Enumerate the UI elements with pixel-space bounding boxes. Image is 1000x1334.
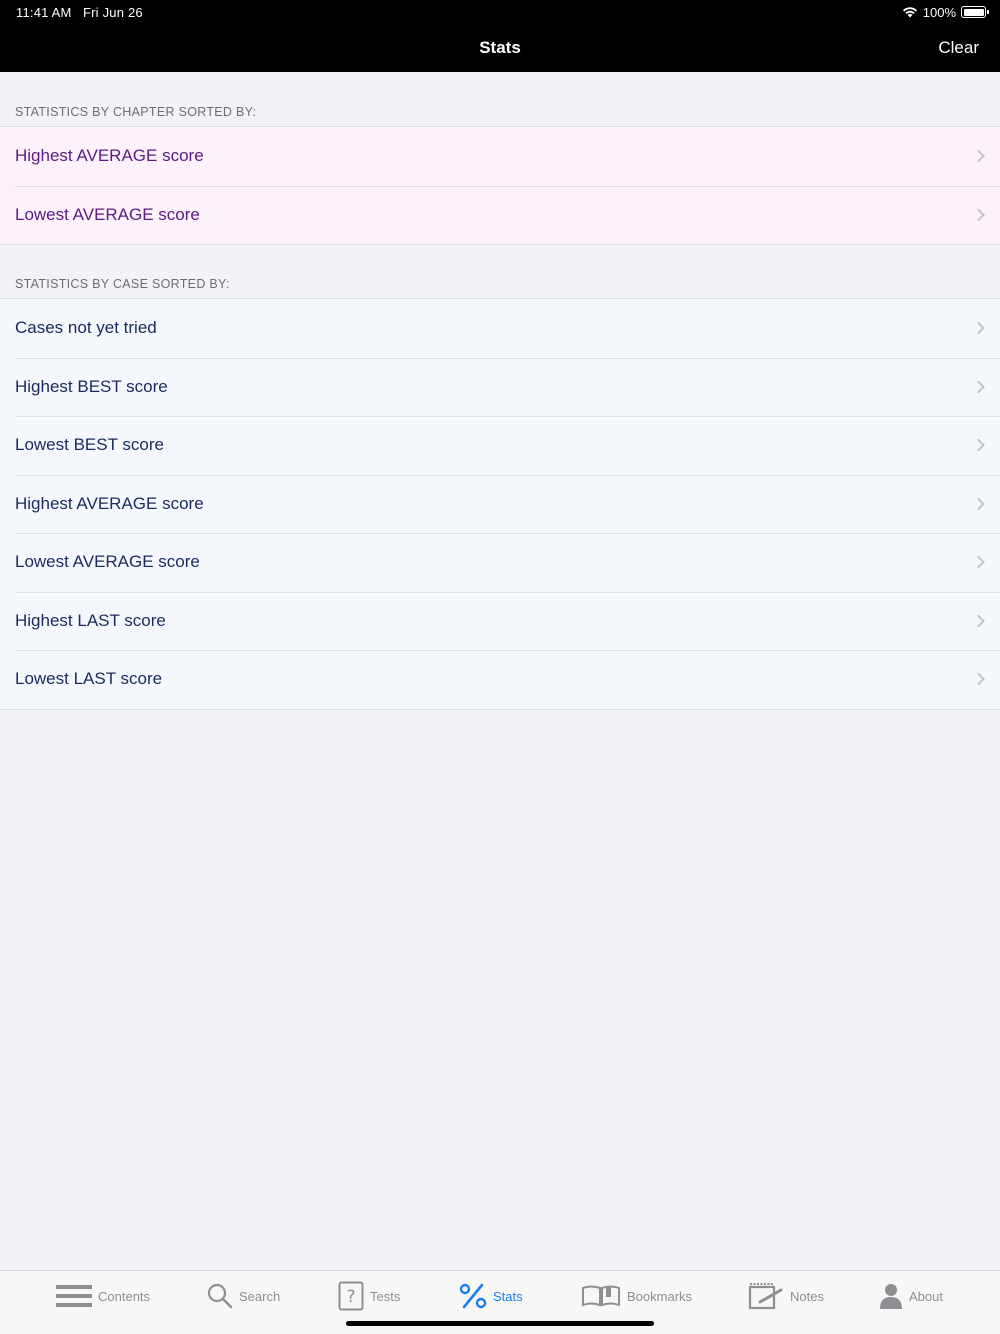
chevron-right-icon [972, 321, 985, 335]
tab-label: Contents [98, 1288, 151, 1304]
row-label: Lowest LAST score [15, 669, 163, 689]
tab-label: Notes [790, 1288, 824, 1304]
chevron-right-icon [972, 208, 985, 222]
tab-bar: Contents Search ? Tests Stats Bookmarks [0, 1270, 1000, 1334]
status-date: Fri Jun 26 [83, 5, 143, 20]
battery-percent: 100% [922, 4, 956, 20]
book-icon [582, 1285, 620, 1307]
chevron-right-icon [972, 380, 985, 394]
clear-button[interactable]: Clear [938, 38, 979, 58]
chevron-right-icon [972, 497, 985, 511]
chevron-right-icon [972, 672, 985, 686]
battery-icon [961, 6, 989, 18]
tab-stats[interactable]: Stats [459, 1281, 523, 1311]
tab-notes[interactable]: Notes [748, 1281, 824, 1311]
list-icon [56, 1285, 92, 1307]
row-label: Highest BEST score [15, 376, 168, 396]
tab-about[interactable]: About [879, 1281, 943, 1311]
search-icon [207, 1283, 233, 1309]
tab-contents[interactable]: Contents [56, 1281, 150, 1311]
case-highest-average-row[interactable]: Highest AVERAGE score [0, 474, 1000, 533]
chevron-right-icon [972, 614, 985, 628]
case-lowest-average-row[interactable]: Lowest AVERAGE score [0, 533, 1000, 592]
tab-search[interactable]: Search [207, 1281, 280, 1311]
chevron-right-icon [972, 555, 985, 569]
tab-tests[interactable]: ? Tests [338, 1281, 400, 1311]
status-time: 11:41 AM [16, 5, 72, 20]
case-highest-last-row[interactable]: Highest LAST score [0, 591, 1000, 650]
chapter-section-header: STATISTICS BY CHAPTER SORTED BY: [15, 105, 257, 119]
row-label: Lowest BEST score [15, 435, 164, 455]
chevron-right-icon [972, 149, 985, 163]
case-section-header: STATISTICS BY CASE SORTED BY: [15, 277, 230, 291]
row-label: Highest LAST score [15, 610, 166, 630]
row-label: Lowest AVERAGE score [15, 204, 200, 224]
row-label: Highest AVERAGE score [15, 146, 204, 166]
case-lowest-best-row[interactable]: Lowest BEST score [0, 416, 1000, 475]
tab-label: Stats [493, 1288, 523, 1304]
tab-label: About [909, 1288, 943, 1304]
status-bar-time: 11:41 AM Fri Jun 26 [16, 5, 143, 20]
chapter-stats-list: Highest AVERAGE score Lowest AVERAGE sco… [0, 126, 1000, 245]
case-not-yet-tried-row[interactable]: Cases not yet tried [0, 299, 1000, 358]
chapter-highest-average-row[interactable]: Highest AVERAGE score [0, 127, 1000, 186]
row-label: Lowest AVERAGE score [15, 552, 200, 572]
chevron-right-icon [972, 438, 985, 452]
case-highest-best-row[interactable]: Highest BEST score [0, 357, 1000, 416]
status-bar-right: 100% [902, 4, 989, 20]
page-title: Stats [479, 38, 521, 57]
chapter-lowest-average-row[interactable]: Lowest AVERAGE score [0, 185, 1000, 244]
svg-text:?: ? [346, 1287, 355, 1307]
row-label: Highest AVERAGE score [15, 493, 204, 513]
notepad-icon [748, 1283, 783, 1310]
case-stats-list: Cases not yet tried Highest BEST score L… [0, 298, 1000, 710]
question-icon: ? [338, 1281, 364, 1311]
top-bar: 11:41 AM Fri Jun 26 100% Stats Clear [0, 0, 1000, 72]
tab-label: Bookmarks [627, 1288, 693, 1304]
tab-bookmarks[interactable]: Bookmarks [581, 1281, 692, 1311]
wifi-icon [902, 7, 917, 18]
tab-label: Tests [370, 1288, 401, 1304]
tab-label: Search [239, 1288, 281, 1304]
case-lowest-last-row[interactable]: Lowest LAST score [0, 650, 1000, 709]
person-icon [880, 1284, 902, 1309]
row-label: Cases not yet tried [15, 318, 157, 338]
percent-icon [459, 1283, 487, 1309]
home-indicator [346, 1321, 654, 1326]
